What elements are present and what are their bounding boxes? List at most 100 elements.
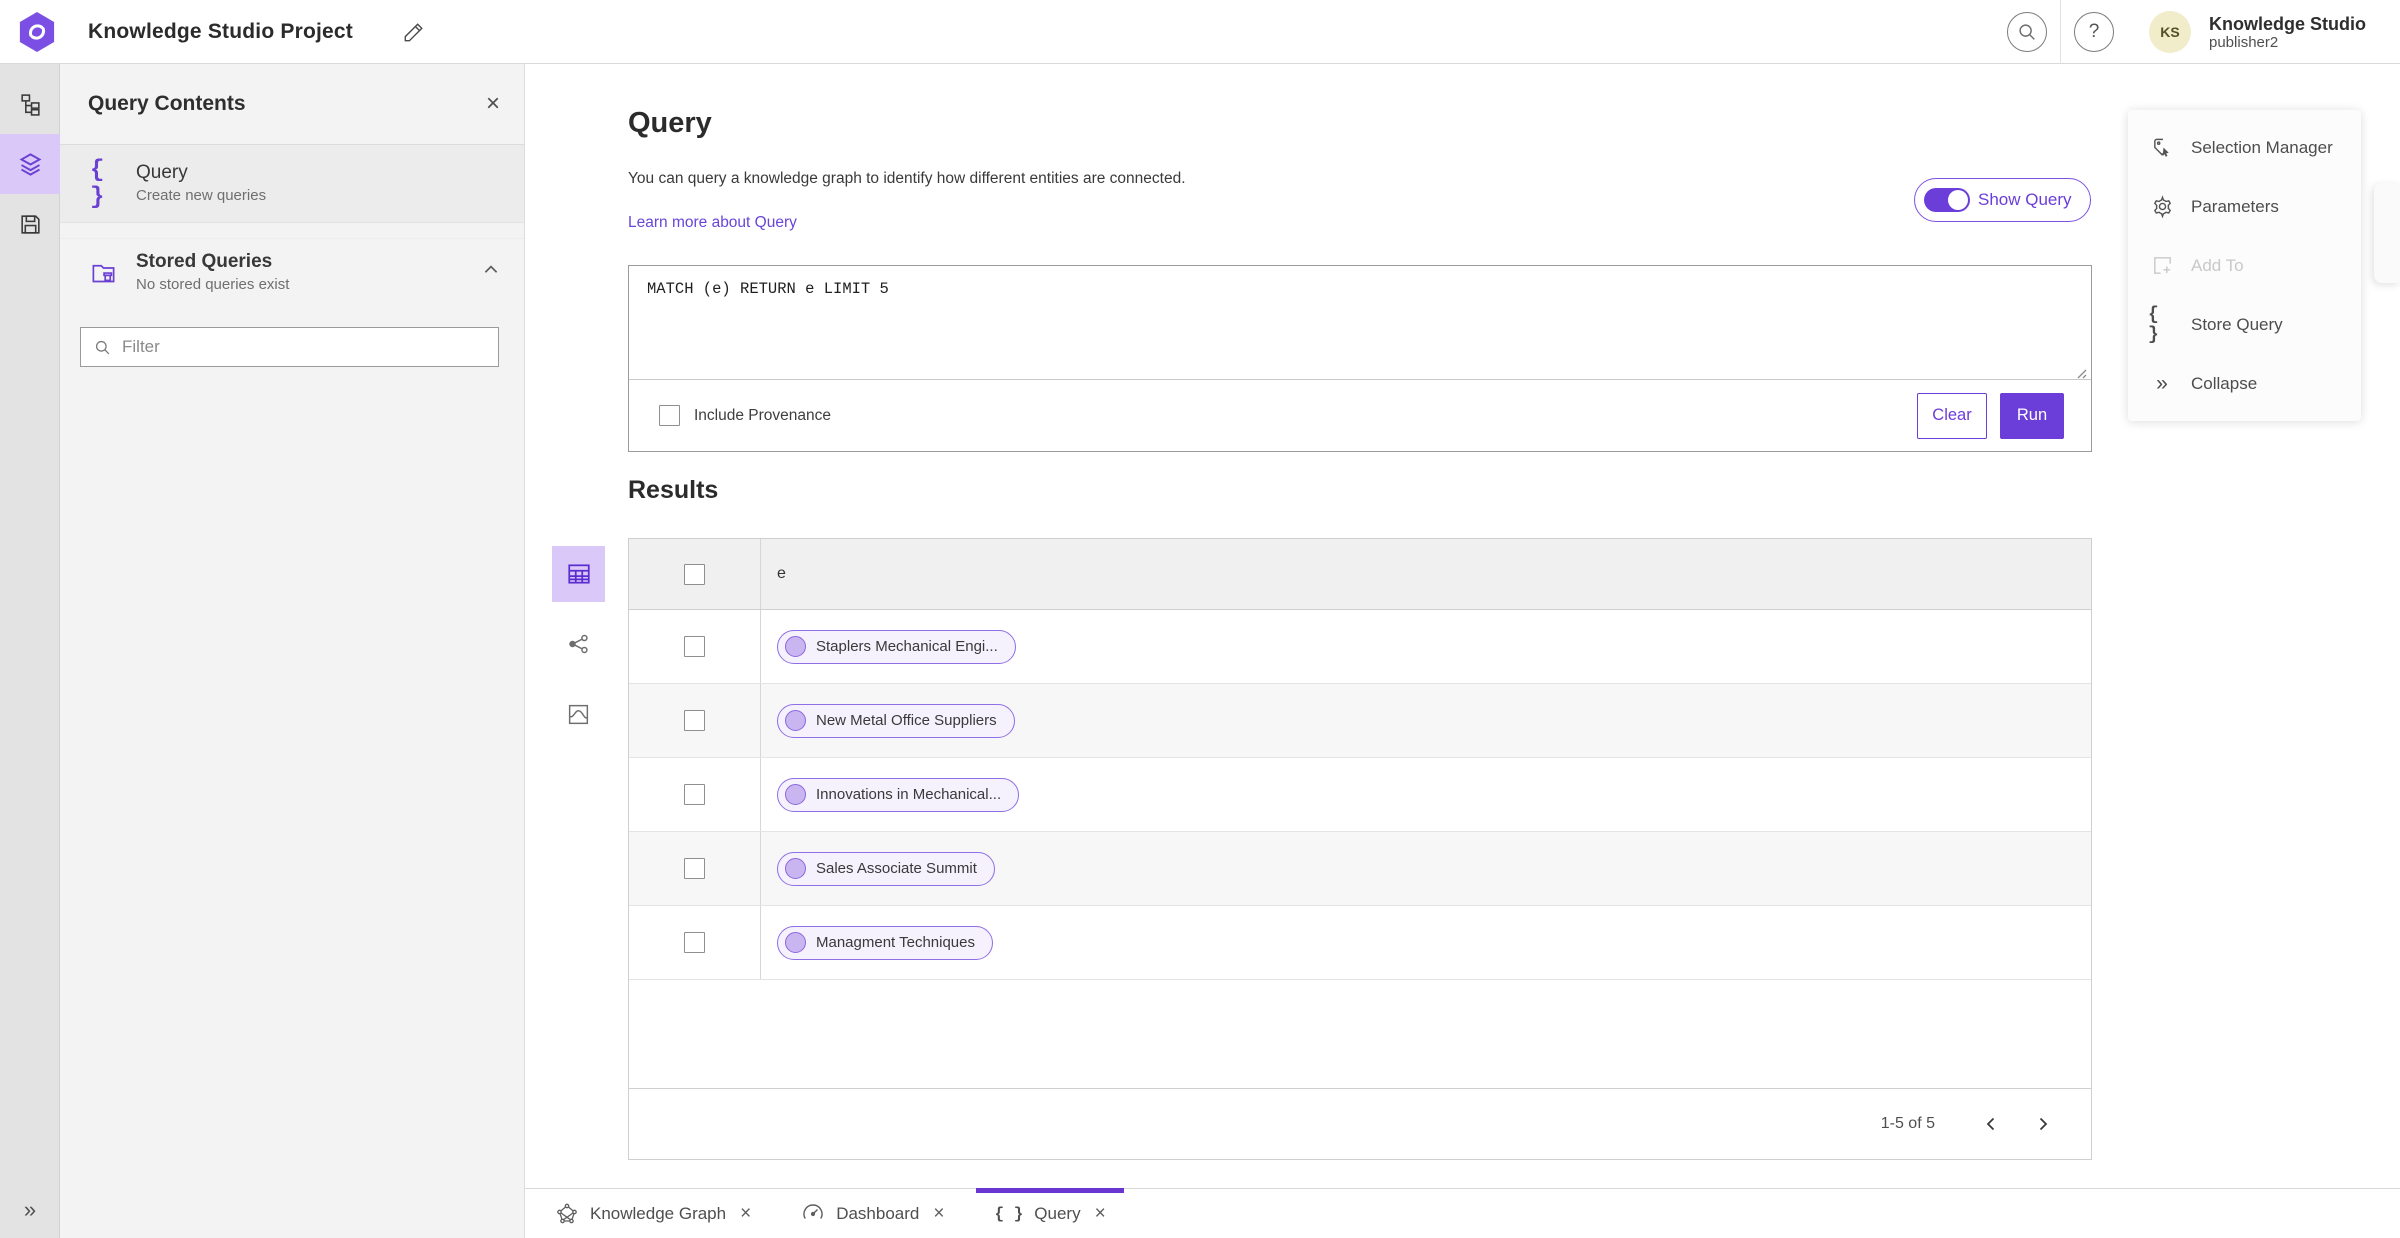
app-logo-icon (19, 11, 55, 52)
clear-button[interactable]: Clear (1917, 392, 1987, 439)
close-panel-button[interactable]: × (486, 92, 500, 116)
rail-item-save[interactable] (0, 194, 60, 254)
results-heading: Results (628, 476, 719, 504)
gear-icon (2148, 195, 2176, 218)
collapsed-panel-edge[interactable] (2374, 183, 2400, 283)
tab-dashboard[interactable]: Dashboard × (783, 1189, 962, 1238)
row-checkbox[interactable] (684, 710, 705, 731)
help-icon: ? (2088, 20, 2100, 42)
learn-more-link[interactable]: Learn more about Query (628, 214, 797, 232)
include-provenance-label: Include Provenance (694, 406, 832, 424)
query-footer: Include Provenance Clear Run (629, 380, 2091, 451)
search-button[interactable] (2007, 11, 2047, 52)
select-all-checkbox[interactable] (684, 563, 705, 585)
query-item-title: Query (136, 162, 188, 184)
entity-pill[interactable]: Staplers Mechanical Engi... (777, 629, 1016, 664)
table-row[interactable]: Managment Techniques (629, 906, 2091, 980)
pagination-bar: 1-5 of 5 (629, 1088, 2091, 1159)
expand-icon: » (23, 1197, 37, 1222)
row-checkbox-cell (629, 684, 761, 757)
menu-label: Parameters (2191, 196, 2279, 216)
chevron-right-icon (2039, 1117, 2048, 1131)
table-row[interactable]: Sales Associate Summit (629, 832, 2091, 906)
entity-dot-icon (785, 858, 806, 879)
query-input[interactable]: MATCH (e) RETURN e LIMIT 5 (629, 266, 2091, 380)
table-row[interactable]: Staplers Mechanical Engi... (629, 610, 2091, 684)
show-query-toggle[interactable]: Show Query (1914, 178, 2091, 222)
tab-query[interactable]: { } Query × (976, 1188, 1124, 1238)
results-view-switcher (552, 546, 605, 742)
user-avatar[interactable]: KS (2149, 10, 2191, 53)
entity-dot-icon (785, 784, 806, 805)
include-provenance-checkbox[interactable] (659, 405, 680, 426)
close-tab-button[interactable]: × (740, 1204, 751, 1223)
row-checkbox-cell (629, 832, 761, 905)
stored-queries-folder-icon (90, 259, 128, 286)
entity-label: New Metal Office Suppliers (816, 712, 997, 729)
table-empty-space (629, 980, 2091, 1088)
entity-pill[interactable]: Managment Techniques (777, 925, 993, 960)
map-view-button[interactable] (552, 686, 605, 742)
expand-rail-button[interactable]: » (0, 1190, 60, 1230)
panel-header: Query Contents × (60, 64, 524, 145)
column-header-e[interactable]: e (761, 539, 786, 609)
table-row[interactable]: New Metal Office Suppliers (629, 684, 2091, 758)
dashboard-icon (803, 1203, 823, 1219)
table-row[interactable]: Innovations in Mechanical... (629, 758, 2091, 832)
run-button[interactable]: Run (2000, 392, 2064, 439)
rail-item-data-model[interactable] (0, 74, 60, 134)
tab-knowledge-graph[interactable]: Knowledge Graph × (537, 1189, 769, 1238)
map-view-icon (568, 704, 589, 724)
query-heading: Query (628, 107, 712, 139)
filter-input[interactable] (122, 337, 486, 357)
stored-item-texts: Stored Queries No stored queries exist (136, 250, 289, 295)
next-page-button[interactable] (2023, 1104, 2063, 1144)
row-cell: Managment Techniques (761, 906, 2091, 979)
row-cell: Staplers Mechanical Engi... (761, 610, 2091, 683)
chevron-up-icon (484, 264, 498, 273)
tab-label: Query (1034, 1203, 1081, 1223)
menu-item-collapse[interactable]: » Collapse (2128, 354, 2361, 413)
menu-item-parameters[interactable]: Parameters (2128, 177, 2361, 236)
previous-page-button[interactable] (1971, 1104, 2011, 1144)
collapse-icon: » (2156, 371, 2168, 395)
active-tab-indicator (976, 1188, 1124, 1193)
row-checkbox[interactable] (684, 784, 705, 805)
menu-label: Add To (2191, 255, 2244, 275)
row-checkbox[interactable] (684, 636, 705, 657)
resize-handle[interactable] (2074, 366, 2088, 380)
main-area: Query You can query a knowledge graph to… (525, 64, 2400, 1188)
row-cell: New Metal Office Suppliers (761, 684, 2091, 757)
panel-item-stored-queries[interactable]: Stored Queries No stored queries exist (60, 238, 524, 305)
row-checkbox-cell (629, 758, 761, 831)
menu-item-store-query[interactable]: { } Store Query (2128, 295, 2361, 354)
entity-label: Innovations in Mechanical... (816, 786, 1002, 803)
row-checkbox[interactable] (684, 858, 705, 879)
edit-title-button[interactable] (399, 17, 429, 47)
link-chart-view-button[interactable] (552, 616, 605, 672)
menu-item-selection-manager[interactable]: Selection Manager (2128, 118, 2361, 177)
results-table: e Staplers Mechanical Engi... New Metal … (628, 538, 2092, 1160)
entity-pill[interactable]: Innovations in Mechanical... (777, 777, 1020, 812)
show-query-label: Show Query (1978, 190, 2072, 209)
header-checkbox-cell (629, 539, 761, 609)
entity-pill[interactable]: New Metal Office Suppliers (777, 703, 1015, 738)
collapse-stored-queries-button[interactable] (482, 261, 500, 284)
table-view-button[interactable] (552, 546, 605, 602)
panel-item-query[interactable]: { } Query Create new queries (60, 145, 524, 223)
header-actions: ? KS Knowledge Studio publisher2 (1994, 0, 2400, 64)
close-tab-button[interactable]: × (1095, 1204, 1106, 1223)
menu-label: Selection Manager (2191, 137, 2333, 157)
toggle-switch[interactable] (1924, 188, 1970, 212)
row-checkbox[interactable] (684, 932, 705, 953)
help-button[interactable]: ? (2074, 11, 2114, 52)
query-item-texts: Query Create new queries (136, 161, 266, 206)
query-editor-box: MATCH (e) RETURN e LIMIT 5 Include Prove… (628, 265, 2092, 452)
close-tab-button[interactable]: × (933, 1204, 944, 1223)
entity-dot-icon (785, 710, 806, 731)
menu-label: Collapse (2191, 373, 2258, 393)
stored-item-description: No stored queries exist (136, 275, 290, 293)
entity-pill[interactable]: Sales Associate Summit (777, 851, 995, 886)
rail-item-contents[interactable] (0, 134, 60, 194)
header-divider (2060, 0, 2061, 64)
